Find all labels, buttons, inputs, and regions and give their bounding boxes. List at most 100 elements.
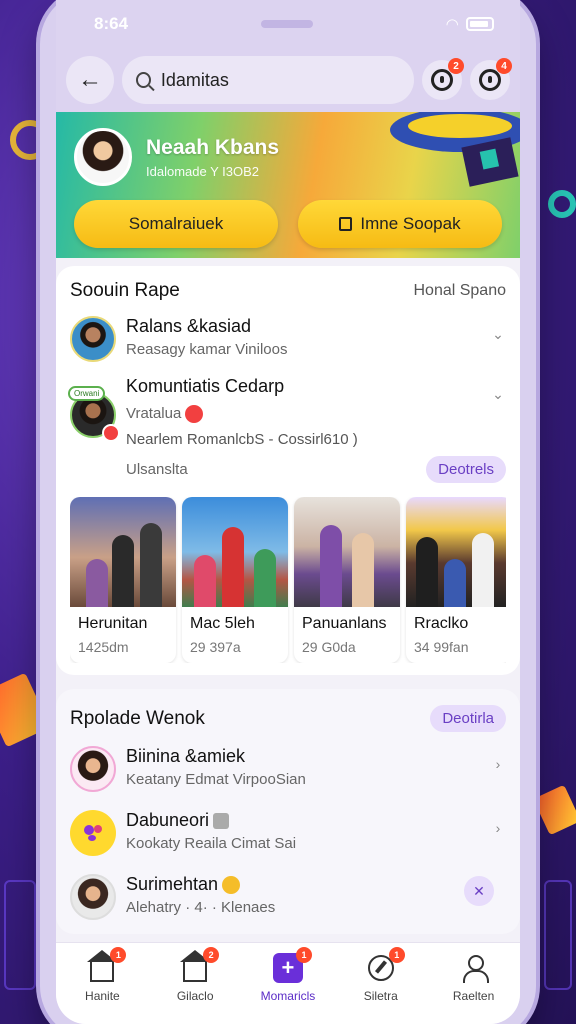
list-item[interactable]: Surimehtan Alehatry · 4· · Klenaes ✕ xyxy=(70,870,506,924)
activity-badge: 4 xyxy=(496,58,512,74)
list-item-subtitle: Keatany Edmat VirpooSian xyxy=(126,771,306,789)
list-item-title-text: Dabuneori xyxy=(126,810,210,831)
timer-icon xyxy=(479,69,501,91)
primary-action-button[interactable]: Somalraiuek xyxy=(74,200,278,248)
list-item-text: Ralans &kasiad Reasagy kamar Viniloos xyxy=(126,316,480,358)
profile-hero: Neaah Kbans Idalomade Y I3OB2 Somalraiue… xyxy=(56,112,520,258)
nav-label: Momaricls xyxy=(260,989,316,1003)
status-bar: 8:64 ◠ xyxy=(56,0,520,48)
arrow-left-icon: ← xyxy=(78,66,102,93)
profile-name: Neaah Kbans xyxy=(146,135,280,159)
search-icon xyxy=(136,72,151,88)
notification-badge: 2 xyxy=(448,58,464,74)
person-figure xyxy=(254,549,276,608)
chevron-down-icon[interactable]: ⌄ xyxy=(490,326,506,343)
section-title: Rpolade Wenok xyxy=(70,707,205,729)
activity-button[interactable]: 4 xyxy=(470,58,512,100)
nav-item-explore[interactable]: 2 Gilaclo xyxy=(155,947,235,1003)
background-line-decoration xyxy=(544,880,572,990)
nav-label: Hanite xyxy=(85,989,120,1003)
avatar xyxy=(70,746,116,793)
search-bar[interactable] xyxy=(122,56,414,104)
secondary-action-button[interactable]: Imne Soopak xyxy=(298,200,502,248)
back-button[interactable]: ← xyxy=(66,56,114,104)
document-icon xyxy=(339,217,353,231)
status-time: 8:64 xyxy=(94,14,129,33)
photo-meta: 34 99fan xyxy=(414,639,469,656)
app-screen: 8:64 ◠ ← 2 4 Neaah xyxy=(56,0,520,1024)
notch xyxy=(261,20,314,28)
photo-card[interactable]: Panuanlans 29 G0da xyxy=(294,497,400,664)
avatar xyxy=(70,810,116,857)
list-item-line: Vratalua xyxy=(126,405,182,422)
nav-item-home[interactable]: 1 Hanite xyxy=(62,947,142,1003)
list-item-text: Dabuneori Kookaty Reaila Cimat Sai xyxy=(126,810,480,852)
section-title: Soouin Rape xyxy=(70,280,180,301)
photo-card[interactable]: Mac 5leh 29 397a xyxy=(182,497,288,664)
photo-meta: 1425dm xyxy=(78,639,129,656)
secondary-action-label: Imne Soopak xyxy=(360,214,461,233)
photo-title: Herunitan xyxy=(78,615,148,633)
bell-icon xyxy=(222,876,241,895)
section-link[interactable]: Honal Spano xyxy=(413,282,506,300)
background-ring-decoration xyxy=(548,190,576,218)
section-card: Soouin Rape Honal Spano Ralans &kasiad R… xyxy=(56,266,520,676)
nav-item-discover[interactable]: 1 Siletra xyxy=(341,947,421,1003)
verified-icon xyxy=(213,813,230,830)
nav-item-create[interactable]: + 1 Momaricls xyxy=(248,947,328,1003)
notification-button[interactable]: 2 xyxy=(422,58,464,100)
list-item[interactable]: Orwani Komuntiatis Cedarp Vratalua Nearl… xyxy=(68,372,506,487)
emoji-icon xyxy=(84,825,102,842)
nav-label: Raelten xyxy=(452,989,495,1003)
photo-meta: 29 397a xyxy=(190,639,241,656)
hero-buttons: Somalraiuek Imne Soopak xyxy=(74,200,502,248)
nav-badge: 1 xyxy=(295,947,312,963)
list-item-subtitle: Vratalua xyxy=(126,405,506,424)
list-item[interactable]: Biinina &amiek Keatany Edmat VirpooSian … xyxy=(70,742,506,796)
search-input[interactable] xyxy=(160,69,400,91)
photo-carousel[interactable]: Herunitan 1425dm Mac 5leh 29 397a Panuan… xyxy=(70,497,506,664)
avatar: Orwani xyxy=(68,386,120,442)
list-item-text: Komuntiatis Cedarp Vratalua Nearlem Roma… xyxy=(126,376,506,484)
chevron-right-icon[interactable]: › xyxy=(490,756,506,772)
photo-title: Mac 5leh xyxy=(190,615,255,633)
person-figure xyxy=(222,527,244,608)
photo-card[interactable]: Rraclko 34 99fan xyxy=(406,497,506,664)
list-item-line: Nearlem RomanlcbS - Cossirl610 ) xyxy=(126,431,358,449)
person-figure xyxy=(86,559,108,608)
chevron-right-icon[interactable]: › xyxy=(490,820,506,836)
list-item-line: Ulsanslta Deotrels xyxy=(126,456,506,484)
nav-badge: 1 xyxy=(110,947,127,963)
details-button[interactable]: Deotirla xyxy=(430,705,506,733)
profile-avatar[interactable] xyxy=(74,128,132,186)
person-figure xyxy=(472,533,494,608)
person-icon xyxy=(459,953,489,983)
photo-title: Panuanlans xyxy=(302,615,387,633)
photo-thumbnail xyxy=(294,497,400,608)
list-item-title: Ralans &kasiad xyxy=(126,316,252,336)
chevron-down-icon[interactable]: ⌄ xyxy=(490,386,506,403)
list-item-subtitle: Reasagy kamar Viniloos xyxy=(126,341,288,358)
nav-badge: 1 xyxy=(388,947,405,963)
close-icon[interactable]: ✕ xyxy=(464,876,494,907)
battery-icon xyxy=(465,17,494,31)
profile-subtitle: Idalomade Y I3OB2 xyxy=(146,163,259,179)
profile-text: Neaah Kbans Idalomade Y I3OB2 xyxy=(146,136,279,179)
nav-item-profile[interactable]: Raelten xyxy=(434,953,514,1003)
background-line-decoration xyxy=(4,880,36,990)
section-header: Rpolade Wenok Deotirla xyxy=(70,705,506,733)
list-item-text: Surimehtan Alehatry · 4· · Klenaes xyxy=(126,874,506,916)
list-item-subtitle: Alehatry · 4· · Klenaes xyxy=(126,899,276,917)
list-item[interactable]: Ralans &kasiad Reasagy kamar Viniloos ⌄ xyxy=(70,312,506,366)
hero-decoration xyxy=(390,112,520,187)
list-item-line: Ulsanslta xyxy=(126,461,188,479)
primary-action-label: Somalraiuek xyxy=(128,214,224,233)
person-figure xyxy=(416,537,438,608)
photo-card[interactable]: Herunitan 1425dm xyxy=(70,497,176,664)
photo-thumbnail xyxy=(182,497,288,608)
details-button[interactable]: Deotrels xyxy=(426,456,506,484)
background-stripe-decoration xyxy=(533,784,576,836)
timer-icon xyxy=(431,69,453,91)
list-item[interactable]: Dabuneori Kookaty Reaila Cimat Sai › xyxy=(70,806,506,860)
avatar xyxy=(70,874,116,921)
